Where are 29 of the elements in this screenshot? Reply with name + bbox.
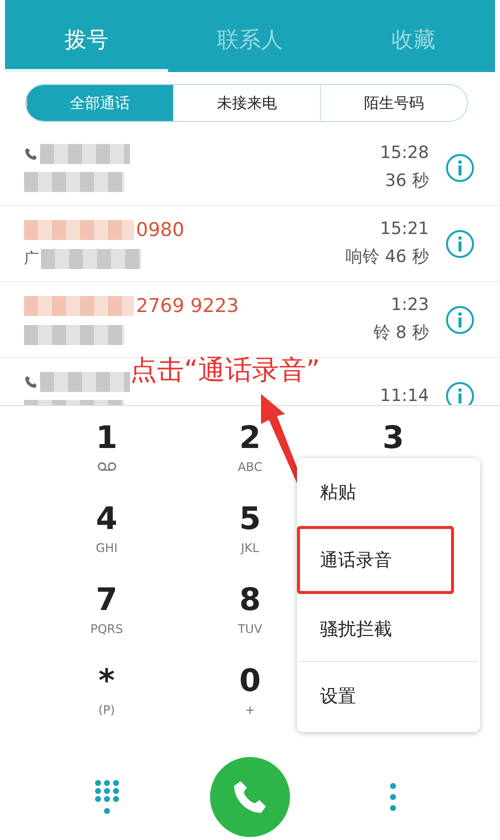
call-time: 15:28	[380, 143, 429, 163]
call-time: 15:21	[380, 219, 429, 239]
dial-key[interactable]: 4 GHI	[35, 501, 178, 582]
phone-number: 0980	[136, 218, 184, 240]
annotation-text: 点击“通话录音”	[130, 354, 320, 388]
menu-item[interactable]: 骚扰拦截	[297, 594, 480, 662]
more-icon[interactable]	[389, 782, 398, 812]
call-location: 广	[24, 249, 39, 268]
filter-tab[interactable]: 陌生号码	[320, 85, 467, 121]
phone-number: 2769 9223	[136, 294, 239, 316]
call-time: 11:14	[380, 386, 429, 405]
info-icon[interactable]	[445, 304, 475, 334]
call-duration: 铃 8 秒	[373, 322, 429, 344]
call-duration: 36 秒	[384, 170, 429, 192]
dial-key[interactable]: 7 PQRS	[35, 582, 178, 663]
info-icon[interactable]	[445, 152, 475, 182]
call-duration: 响铃 46 秒	[346, 246, 429, 268]
phone-icon	[24, 374, 38, 390]
info-icon[interactable]	[445, 380, 475, 405]
dial-key[interactable]: * (P)	[35, 663, 178, 744]
phone-icon	[24, 146, 38, 162]
menu-item[interactable]: 设置	[297, 662, 480, 730]
dial-key[interactable]: 1	[35, 420, 178, 501]
menu-item[interactable]: 粘贴	[297, 458, 480, 526]
call-time: 1:23	[390, 295, 429, 315]
voicemail-icon	[96, 462, 117, 471]
info-icon[interactable]	[445, 228, 475, 258]
dialpad-icon[interactable]	[94, 779, 120, 815]
menu-item[interactable]: 通话录音	[297, 526, 454, 594]
